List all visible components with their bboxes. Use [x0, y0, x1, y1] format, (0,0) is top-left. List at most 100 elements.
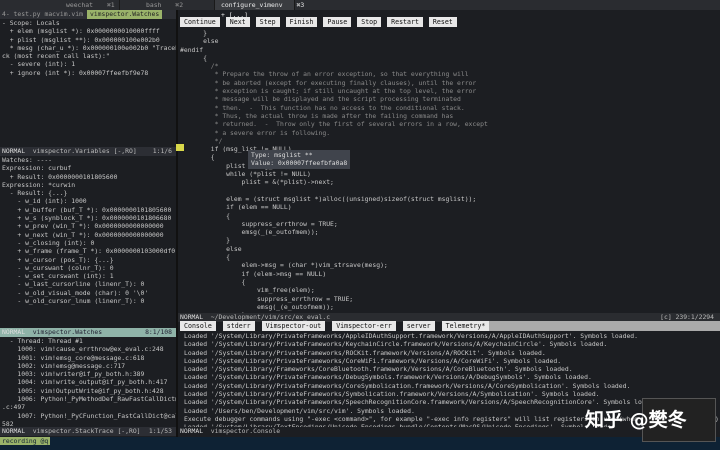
variable-line: + plist (msglist **): 0x000000100e002b0 — [2, 35, 160, 44]
code-line: { — [180, 211, 231, 220]
code-line: } — [180, 236, 231, 245]
tab-vimspector-out[interactable]: Vimspector-out — [261, 321, 326, 331]
code-editor[interactable]: } else #endif { /* * Prepare the throw of… — [180, 29, 720, 313]
code-line: if (elem->msg == NULL) — [180, 269, 327, 278]
watch-line: Expression: *curwin — [2, 180, 76, 189]
console-line: Loaded '/System/Library/PrivateFramework… — [184, 332, 639, 340]
watch-line: - w_id (int): 1000 — [2, 197, 87, 206]
watch-line: + w_s (synblock_T *): 0x0000000101806680 — [2, 214, 172, 223]
watch-line: - w_curswant (colnr_T): 0 — [2, 263, 114, 272]
variable-line: ck (most recent call last):" — [2, 52, 110, 61]
finish-button[interactable]: Finish — [285, 17, 318, 27]
tab-label: bash — [146, 1, 162, 9]
code-line: * Prepare the throw of an error exceptio… — [180, 70, 469, 79]
stack-frame: - Thread: Thread #1 — [2, 337, 83, 345]
vim-tab-active[interactable]: vimspector.Watches — [86, 10, 163, 19]
code-line: vim_free(elem); — [180, 286, 315, 295]
tooltip-value: Value: 0x00007ffeefbfa0a8 — [251, 159, 348, 168]
vim-tab[interactable]: 4- test.py — [2, 10, 40, 19]
code-line: * then. - This function has no access to… — [180, 103, 465, 112]
code-line: if (elem == NULL) — [180, 203, 292, 212]
vim-tab[interactable]: macvim.vim — [44, 10, 82, 19]
code-line: * message will be displayed and the scri… — [180, 95, 461, 104]
reset-button[interactable]: Reset — [428, 17, 457, 27]
cursor-pos: 8:1/108 — [145, 328, 172, 336]
mode: NORMAL — [2, 328, 26, 336]
window-separator[interactable] — [176, 10, 178, 437]
buffer-name: vimspector.StackTrace [-,RO] — [32, 427, 141, 435]
code-line: * be aborted (except for executing final… — [180, 78, 477, 87]
code-line: * a severe error is following. — [180, 128, 331, 137]
code-line: #endif — [180, 45, 204, 54]
mode: NORMAL — [2, 427, 26, 435]
console-line: Loaded '/System/Library/PrivateFramework… — [184, 356, 562, 365]
code-line: * Thus, the actual throw is made after t… — [180, 111, 454, 120]
console-line: Loaded '/System/Library/PrivateFramework… — [184, 348, 546, 357]
tab-stderr[interactable]: stderr — [222, 321, 255, 331]
debug-toolbar: Continue Next Step Finish Pause Stop Res… — [180, 17, 457, 28]
stack-frame: 1006: Python!_PyMethodDef_RawFastCallDic… — [2, 395, 176, 404]
console-line: Loaded '/System/Library/PrivateFramework… — [184, 390, 600, 399]
stacktrace-statusline: NORMAL vimspector.StackTrace [-,RO] 1:1/5… — [0, 427, 176, 436]
terminal-tab-bar: weechat ⌘1 bash ⌘2 configure_vimenv + [...… — [0, 0, 720, 19]
terminal-tab[interactable]: bash ⌘2 — [140, 0, 215, 10]
stack-frame: .c:497 — [2, 403, 26, 412]
mode: NORMAL — [2, 147, 26, 155]
pause-button[interactable]: Pause — [323, 17, 352, 27]
tab-server[interactable]: server — [402, 321, 435, 331]
code-line: plist = &(*plist)->next; — [180, 178, 334, 187]
code-line: else — [180, 37, 219, 46]
watches-pane[interactable]: Watches: ---- Expression: curbuf + Result… — [2, 156, 176, 328]
watch-line: - w_set_curswant (int): 1 — [2, 272, 114, 281]
code-line: { — [180, 253, 231, 262]
code-line: elem = (struct msglist *)alloc((unsigned… — [180, 194, 477, 203]
stack-frame: 1001: vim!emsg_core@message.c:618 — [2, 353, 145, 362]
code-line: { — [180, 53, 207, 62]
cursor-pos: 1:1/6 — [152, 147, 172, 155]
code-line: else — [180, 244, 242, 253]
watch-line: Watches: ---- — [2, 156, 53, 164]
code-line: * returned. - Throw only the first of se… — [180, 120, 488, 129]
console-line: Loaded '/System/Library/PrivateFramework… — [184, 373, 592, 382]
terminal-tab[interactable]: weechat ⌘1 — [60, 0, 120, 10]
code-line: } — [180, 29, 207, 37]
tab-vimspector-err[interactable]: Vimspector-err — [332, 321, 396, 331]
tab-key: ⌘3 — [296, 1, 305, 9]
watch-line: + w_buffer (buf_T *): 0x0000000101805600 — [2, 205, 172, 214]
buffer-name: vimspector.Variables [-,RO] — [32, 147, 137, 155]
code-line: while (*plist != NULL) — [180, 170, 311, 179]
watch-line: + w_next (win_T *): 0x0000000000000000 — [2, 230, 164, 239]
buffer-name: vimspector.Console — [210, 427, 281, 435]
watermark: 知乎 @樊冬 — [585, 409, 687, 431]
cursor-pos: 1:1/53 — [148, 427, 172, 435]
next-button[interactable]: Next — [225, 17, 250, 27]
tab-console[interactable]: Console — [180, 321, 216, 331]
terminal-tab-active[interactable]: configure_vimenv + [...] ⌘3 — [215, 0, 304, 19]
variable-line: + ignore (int *): 0x00007ffeefbf9e78 — [2, 68, 149, 77]
tab-telemetry[interactable]: Telemetry* — [441, 321, 490, 331]
stop-button[interactable]: Stop — [357, 17, 382, 27]
restart-button[interactable]: Restart — [387, 17, 423, 27]
continue-button[interactable]: Continue — [180, 17, 220, 27]
stack-frame: 1007: Python!_PyCFunction_FastCallDict@c… — [2, 411, 176, 420]
tooltip-type: Type: msglist ** — [251, 151, 313, 159]
step-button[interactable]: Step — [255, 17, 280, 27]
code-line: suppress_errthrow = TRUE; — [180, 219, 338, 228]
watch-line: + w_cursor (pos_T): {...} — [2, 255, 114, 264]
tabline-fill — [470, 321, 720, 331]
watch-line: + Result: 0x0000000101805600 — [2, 172, 118, 181]
tab-key: ⌘1 — [106, 1, 115, 9]
stack-frame: 582 — [2, 419, 14, 427]
code-line: */ — [180, 136, 223, 145]
command-line[interactable] — [0, 437, 720, 450]
variables-pane[interactable]: - Scope: Locals + elem (msglist *): 0x00… — [2, 19, 176, 147]
tab-key: ⌘2 — [175, 1, 184, 9]
stack-frame: 1003: vim!writer@if_py_both.h:389 — [2, 370, 145, 379]
stack-frame: 1002: vim!emsg@message.c:717 — [2, 361, 126, 370]
console-line: Loaded '/System/Library/Frameworks/CoreB… — [184, 365, 573, 374]
variable-line: - severe (int): 1 — [2, 60, 76, 69]
watch-line: - w_last_cursorline (linenr_T): 0 — [2, 280, 145, 289]
program-counter-sign-icon — [176, 144, 184, 151]
stacktrace-pane[interactable]: - Thread: Thread #1 1000: vim!cause_errt… — [2, 337, 176, 427]
